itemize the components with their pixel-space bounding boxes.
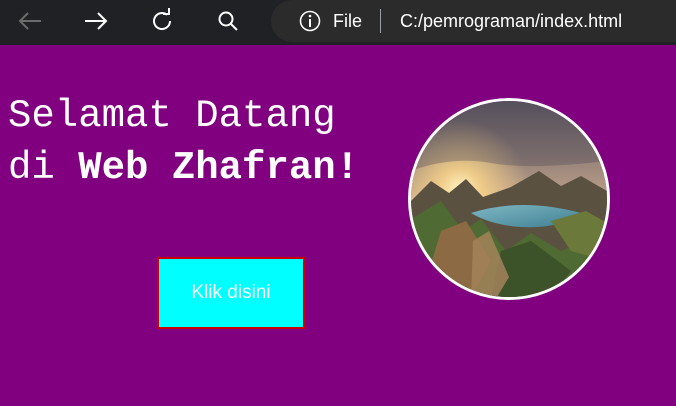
address-scheme: File — [333, 11, 363, 31]
page-heading: Selamat Datang di Web Zhafran! — [8, 90, 359, 194]
refresh-button[interactable] — [142, 0, 182, 42]
click-here-button[interactable]: Klik disini — [157, 257, 305, 329]
address-separator — [380, 9, 381, 33]
info-icon[interactable] — [298, 9, 322, 33]
search-button[interactable] — [208, 0, 248, 42]
forward-icon — [85, 12, 108, 30]
hero-image — [408, 98, 610, 300]
heading-prefix: di — [8, 146, 79, 190]
refresh-icon — [153, 8, 172, 30]
search-icon — [218, 11, 238, 31]
forward-button[interactable] — [76, 0, 116, 42]
heading-line1: Selamat Datang — [8, 94, 336, 138]
browser-toolbar: File C:/pemrograman/index.html — [0, 0, 676, 45]
address-url[interactable]: C:/pemrograman/index.html — [400, 9, 622, 33]
heading-site-name: Web Zhafran! — [78, 146, 360, 190]
back-button[interactable] — [10, 0, 50, 42]
back-icon — [18, 12, 41, 30]
